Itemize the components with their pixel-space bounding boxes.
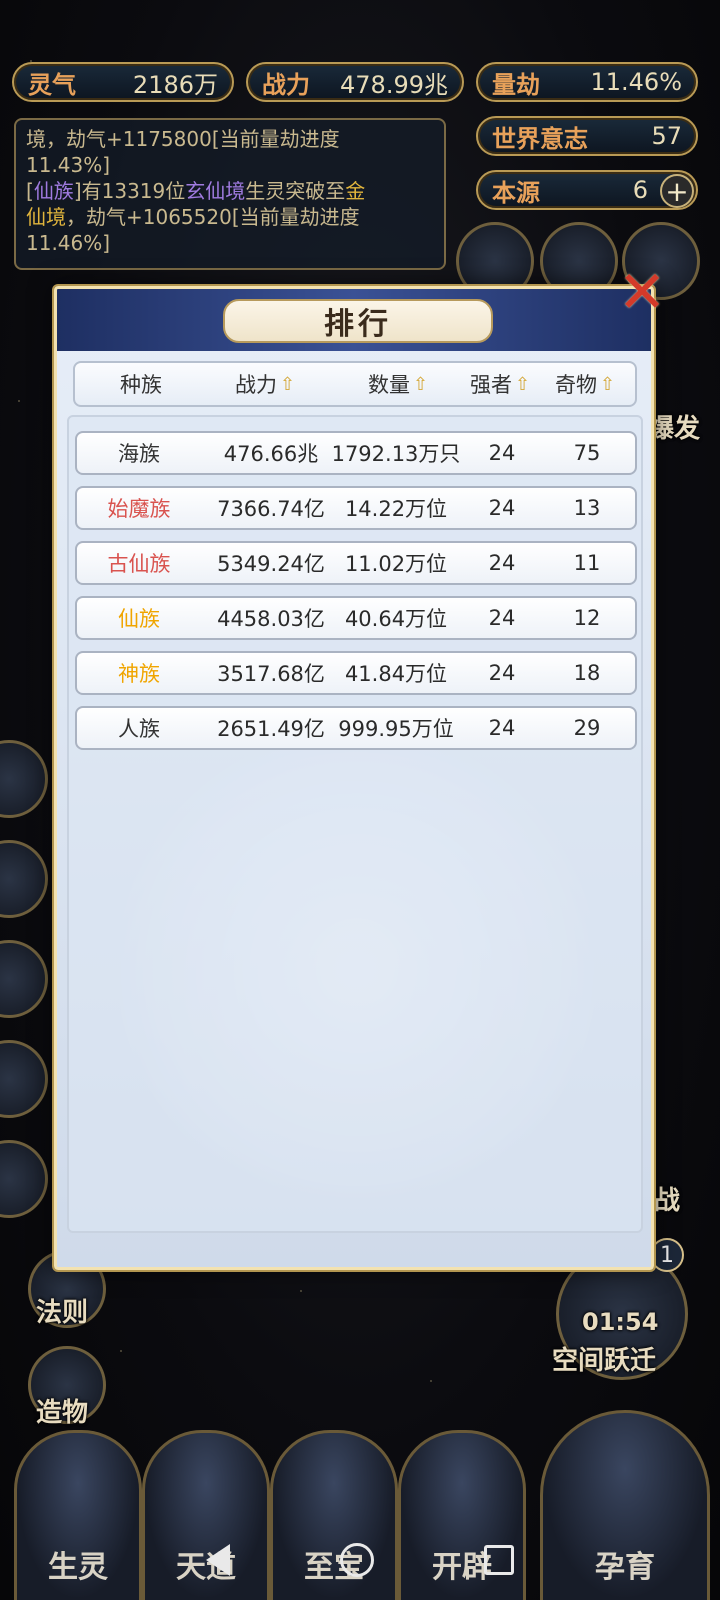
row-strong: 24 [488, 551, 516, 575]
origin-stat: 本源 6 + [476, 170, 698, 210]
table-row[interactable]: 古仙族 5349.24亿 11.02万位 24 11 [75, 541, 637, 585]
header-power[interactable]: 战力 ⇧ [203, 363, 327, 405]
row-race: 海族 [118, 442, 160, 466]
header-strong[interactable]: 强者 ⇧ [467, 363, 533, 405]
side-button-2[interactable] [0, 840, 48, 918]
row-power: 476.66兆 [223, 442, 319, 466]
lingqi-value: 2186万 [132, 70, 218, 99]
sort-arrow-icon[interactable]: ⇧ [515, 374, 530, 395]
sort-arrow-icon[interactable]: ⇧ [280, 374, 295, 395]
row-race: 仙族 [118, 607, 160, 631]
origin-label: 本源 [492, 178, 540, 207]
plus-icon: + [665, 174, 689, 208]
law-label: 法则 [36, 1298, 89, 1328]
space-jump-timer: 01:54 [582, 1308, 659, 1336]
close-icon[interactable]: ✕ [612, 258, 672, 326]
row-race: 人族 [118, 717, 160, 741]
side-button-5[interactable] [0, 1140, 48, 1218]
burst-label-partial: 爆发 [648, 414, 701, 444]
row-power: 2651.49亿 [217, 717, 325, 741]
add-origin-button[interactable]: + [660, 174, 694, 208]
side-button-1[interactable] [0, 740, 48, 818]
log-line: 仙境，劫气+1065520[当前量劫进度 [26, 205, 360, 229]
row-race: 神族 [118, 662, 160, 686]
log-line: 境，劫气+1175800[当前量劫进度 [26, 127, 340, 151]
row-strong: 24 [488, 661, 516, 685]
event-log: 境，劫气+1175800[当前量劫进度 11.43%] [仙族]有13319位玄… [14, 118, 446, 270]
row-count: 999.95万位 [338, 717, 454, 741]
power-stat: 战力 478.99兆 [246, 62, 464, 102]
row-treasure: 12 [573, 606, 601, 630]
dialog-title: 排行 [223, 299, 493, 343]
row-count: 1792.13万只 [331, 442, 461, 466]
world-will-label: 世界意志 [492, 124, 588, 153]
ranking-dialog: 排行 种族 战力 ⇧ 数量 ⇧ 强者 ⇧ 奇物 ⇧ 海族 476.66兆 1792.13… [54, 286, 654, 1270]
system-nav-bar [0, 1520, 720, 1600]
home-icon[interactable] [340, 1543, 374, 1577]
log-line: [仙族]有13319位玄仙境生灵突破至金 [26, 179, 366, 203]
power-label: 战力 [262, 70, 310, 99]
log-line: 11.43%] [26, 153, 111, 177]
side-button-3[interactable] [0, 940, 48, 1018]
space-jump-label: 空间跃迁 [552, 1346, 657, 1376]
power-value: 478.99兆 [340, 70, 448, 99]
space-jump-count-badge: 1 [650, 1238, 684, 1272]
row-race: 古仙族 [107, 552, 171, 576]
header-count[interactable]: 数量 ⇧ [327, 363, 469, 405]
lingqi-stat: 灵气 2186万 [12, 62, 234, 102]
table-row[interactable]: 仙族 4458.03亿 40.64万位 24 12 [75, 596, 637, 640]
side-button-4[interactable] [0, 1040, 48, 1118]
row-strong: 24 [488, 716, 516, 740]
row-treasure: 13 [573, 496, 601, 520]
world-will-stat[interactable]: 世界意志 57 [476, 116, 698, 156]
origin-value: 6 [632, 176, 648, 204]
row-treasure: 11 [573, 551, 601, 575]
row-count: 11.02万位 [344, 552, 448, 576]
table-row[interactable]: 人族 2651.49亿 999.95万位 24 29 [75, 706, 637, 750]
table-header: 种族 战力 ⇧ 数量 ⇧ 强者 ⇧ 奇物 ⇧ [73, 361, 637, 407]
table-row[interactable]: 神族 3517.68亿 41.84万位 24 18 [75, 651, 637, 695]
battle-label-partial: 战 [654, 1186, 681, 1216]
row-treasure: 29 [573, 716, 601, 740]
creation-label: 造物 [36, 1398, 89, 1428]
row-power: 3517.68亿 [217, 662, 325, 686]
header-race: 种族 [120, 373, 162, 397]
lingqi-label: 灵气 [28, 70, 76, 99]
liangjie-value: 11.46% [590, 68, 682, 96]
log-line: 11.46%] [26, 231, 111, 255]
table-row[interactable]: 始魔族 7366.74亿 14.22万位 24 13 [75, 486, 637, 530]
world-will-value: 57 [651, 122, 682, 150]
row-power: 7366.74亿 [217, 497, 325, 521]
row-count: 40.64万位 [344, 607, 448, 631]
sort-arrow-icon[interactable]: ⇧ [413, 374, 428, 395]
table-row[interactable]: 海族 476.66兆 1792.13万只 24 75 [75, 431, 637, 475]
sort-arrow-icon[interactable]: ⇧ [600, 374, 615, 395]
row-strong: 24 [488, 496, 516, 520]
row-treasure: 75 [573, 441, 601, 465]
row-strong: 24 [488, 441, 516, 465]
liangjie-stat: 量劫 11.46% [476, 62, 698, 102]
recent-apps-icon[interactable] [484, 1545, 514, 1575]
row-strong: 24 [488, 606, 516, 630]
row-count: 41.84万位 [344, 662, 448, 686]
row-count: 14.22万位 [344, 497, 448, 521]
row-treasure: 18 [573, 661, 601, 685]
row-power: 5349.24亿 [217, 552, 325, 576]
row-race: 始魔族 [107, 497, 171, 521]
back-icon[interactable] [206, 1544, 230, 1576]
ranking-list-panel: 海族 476.66兆 1792.13万只 24 75 始魔族 7366.74亿 … [67, 415, 643, 1233]
row-power: 4458.03亿 [217, 607, 325, 631]
header-treasure[interactable]: 奇物 ⇧ [533, 363, 637, 405]
liangjie-label: 量劫 [492, 70, 540, 99]
